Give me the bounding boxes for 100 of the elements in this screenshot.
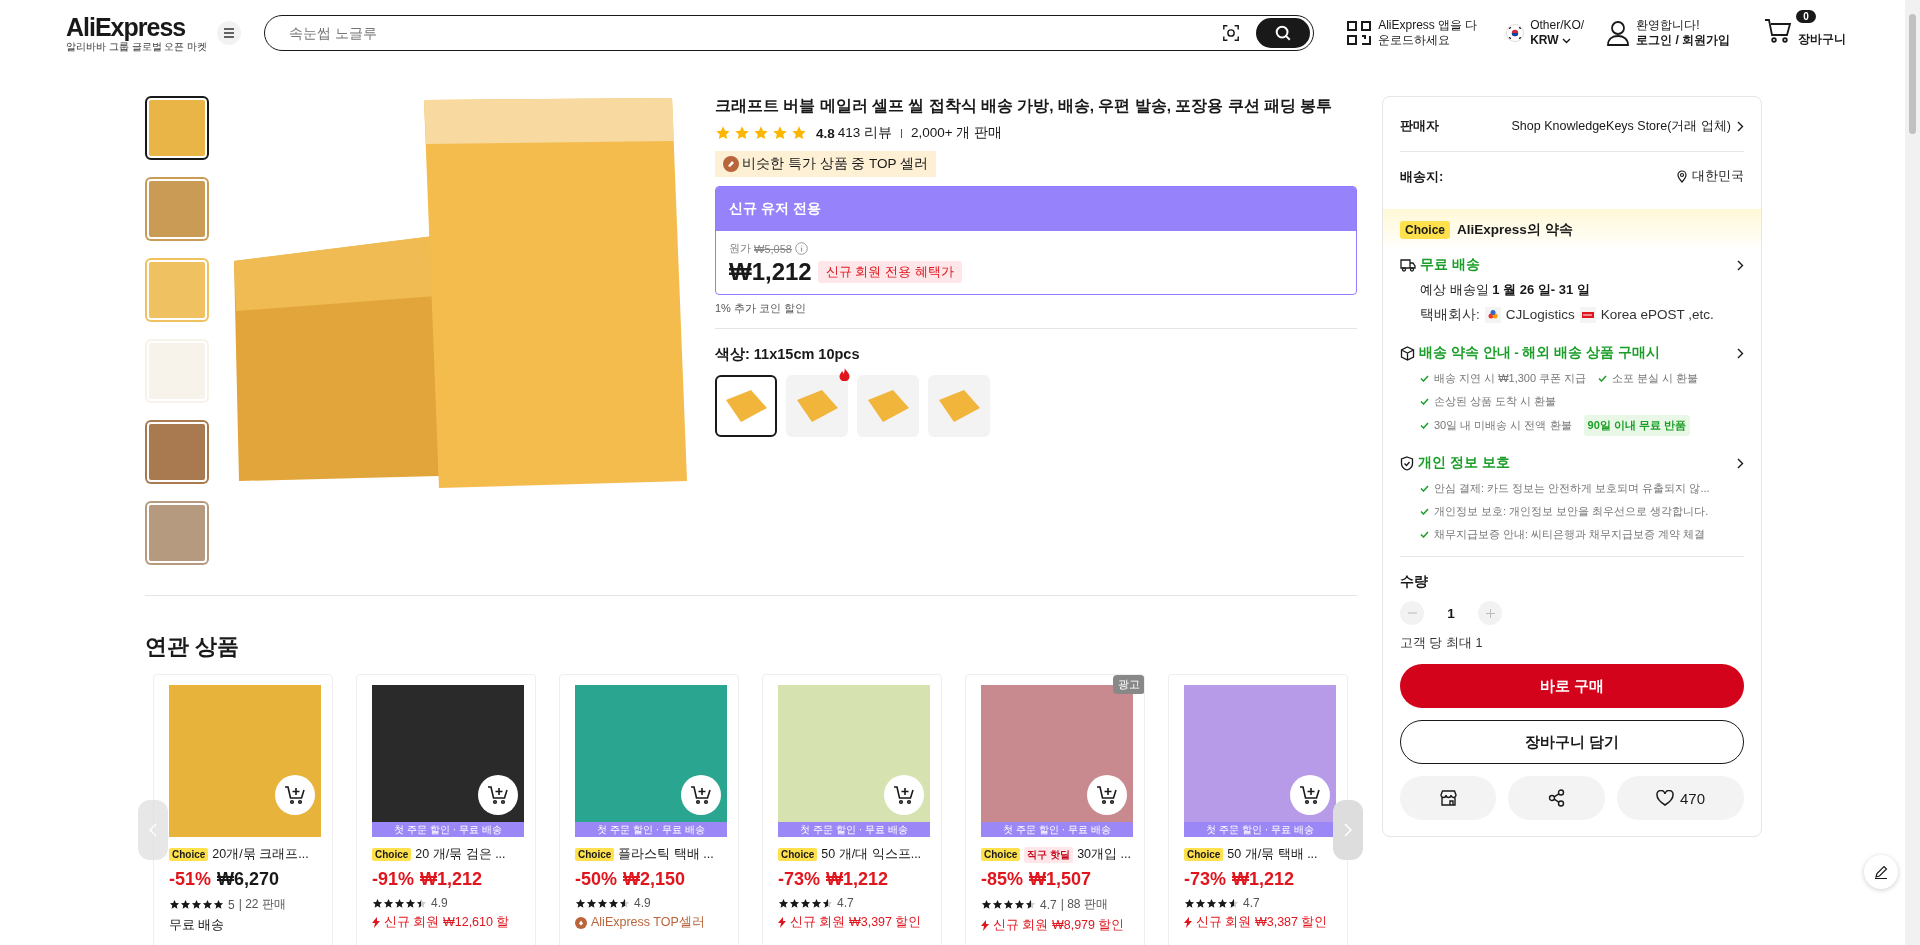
chevron-right-icon[interactable]	[1736, 259, 1744, 271]
scrollbar[interactable]	[1905, 0, 1920, 945]
search-button[interactable]	[1256, 18, 1311, 48]
original-price: ₩5,058	[754, 242, 792, 255]
sale-price: ₩1,212	[729, 258, 812, 286]
variant-swatch[interactable]	[857, 375, 919, 437]
promo-banner: 첫 주문 할인 · 무료 배송	[1184, 822, 1336, 837]
chevron-right-icon[interactable]	[1736, 457, 1744, 469]
rating-score: 4.7	[1040, 897, 1057, 912]
add-to-cart-button[interactable]	[1087, 775, 1127, 815]
seller-text: AliExpress TOP셀러	[591, 914, 705, 931]
country-text[interactable]: 대한민국	[1692, 168, 1744, 185]
scrollbar-thumb[interactable]	[1909, 14, 1916, 134]
chevron-right-icon[interactable]	[1736, 347, 1744, 359]
ad-badge: 광고	[1113, 675, 1144, 694]
review-count[interactable]: 413 리뷰	[837, 124, 893, 142]
choice-badge: Choice	[1184, 848, 1224, 861]
add-to-cart-button[interactable]	[478, 775, 518, 815]
top-seller-badge: 비슷한 특가 상품 중 TOP 셀러	[715, 151, 937, 177]
app-download-link[interactable]: AliExpress 앱을 다운로드하세요	[1378, 18, 1487, 48]
price-text: ₩1,507	[1029, 869, 1092, 890]
product-card[interactable]: 첫 주문 할인 · 무료 배송 Choice 50 개/묶 택배 ... -73% ₩1,212 4.7 신규 회원 ₩3,387 할인	[1168, 674, 1348, 945]
cart-plus-icon	[284, 785, 306, 805]
card-title[interactable]: 20 개/묶 검은 ...	[415, 846, 506, 863]
choice-badge: Choice	[575, 848, 615, 861]
thumbnail-photo[interactable]	[145, 501, 209, 565]
add-to-cart-button[interactable]	[275, 775, 315, 815]
section-title[interactable]: 무료 배송	[1420, 256, 1732, 274]
pencil-icon	[1874, 865, 1888, 879]
store-link[interactable]: Shop KnowledgeKeys Store(거래 업체)	[1511, 117, 1731, 135]
choice-badge: Choice	[778, 848, 818, 861]
variant-swatch[interactable]	[928, 375, 990, 437]
product-card[interactable]: 광고 첫 주문 할인 · 무료 배송 Choice 직구 핫딜 30개입 ... -85% ₩1,507 4.7 | 88 판매 신규 회원 ₩8,979 할인	[965, 674, 1145, 945]
card-title[interactable]: 플라스틱 택배 ...	[618, 846, 714, 863]
product-card[interactable]: 첫 주문 할인 · 무료 배송 Choice 20 개/묶 검은 ... -91% ₩1,212 4.9 신규 회원 ₩12,610 할	[356, 674, 536, 945]
currency-text[interactable]: KRW	[1530, 33, 1559, 48]
add-to-cart-button[interactable]: 장바구니 담기	[1400, 720, 1744, 764]
promo-header: 신규 유저 전용	[716, 187, 1356, 231]
add-to-cart-button[interactable]	[884, 775, 924, 815]
region-text[interactable]: Other/KO/	[1530, 18, 1585, 33]
menu-icon[interactable]	[217, 21, 242, 45]
edit-button[interactable]	[1864, 855, 1898, 889]
user-icon[interactable]	[1606, 20, 1631, 46]
coupon-text: 신규 회원 ₩3,387 할인	[1196, 914, 1328, 931]
original-price-label: 원가	[729, 241, 751, 256]
coupon-text: 신규 회원 ₩3,397 할인	[790, 914, 922, 931]
seller-badge-icon	[575, 916, 587, 929]
thumbnail-photo[interactable]	[145, 420, 209, 484]
camera-search-icon[interactable]	[1222, 24, 1241, 42]
quantity-label: 수량	[1400, 573, 1429, 591]
coupon-icon	[1184, 917, 1192, 928]
promo-banner: 첫 주문 할인 · 무료 배송	[575, 822, 727, 837]
cart-label[interactable]: 장바구니	[1798, 31, 1847, 47]
coupon-icon	[778, 917, 786, 928]
price-text: ₩2,150	[623, 869, 686, 890]
card-title[interactable]: 50 개/대 익스프...	[821, 846, 922, 863]
variant-swatch[interactable]	[786, 375, 848, 437]
variant-swatch[interactable]	[715, 375, 777, 437]
coupon-icon	[372, 917, 380, 928]
section-title[interactable]: 배송 약속 안내 - 해외 배송 상품 구매시	[1419, 344, 1732, 362]
product-card[interactable]: 첫 주문 할인 · 무료 배송 Choice 50 개/대 익스프... -73% ₩1,212 4.7 신규 회원 ₩3,397 할인	[762, 674, 942, 945]
thumbnail-photo[interactable]	[145, 177, 209, 241]
buy-now-button[interactable]: 바로 구매	[1400, 664, 1744, 708]
section-title[interactable]: 개인 정보 보호	[1418, 454, 1732, 472]
promo-banner: 첫 주문 할인 · 무료 배송	[981, 822, 1133, 837]
add-to-cart-button[interactable]	[681, 775, 721, 815]
delivery-date: 예상 배송일 1 월 26 일- 31 일	[1420, 281, 1591, 299]
rating-score: 4.7	[837, 896, 854, 910]
chevron-right-icon[interactable]	[1736, 120, 1744, 132]
choice-badge: Choice	[1400, 221, 1450, 239]
price-text: ₩6,270	[217, 869, 280, 890]
rating-score: 4.9	[634, 896, 651, 910]
shield-icon	[1400, 455, 1414, 471]
quantity-value: 1	[1446, 605, 1456, 621]
add-to-cart-button[interactable]	[1290, 775, 1330, 815]
qr-code-icon[interactable]	[1346, 20, 1373, 46]
guarantee-text: 안심 결제: 카드 정보는 안전하게 보호되며 유출되지 않...	[1434, 480, 1710, 496]
tag-icon	[723, 156, 739, 172]
card-title[interactable]: 30개입 ...	[1077, 846, 1131, 863]
cart-icon[interactable]	[1764, 18, 1793, 44]
card-title[interactable]: 50 개/묶 택배 ...	[1227, 846, 1318, 863]
store-icon	[1439, 790, 1457, 806]
check-icon	[1420, 374, 1429, 382]
purchase-limit-text: 고객 당 최대 1	[1400, 635, 1484, 652]
plus-icon	[1485, 608, 1495, 618]
thumbnail-photo[interactable]	[145, 96, 209, 160]
discount-text: -73%	[778, 869, 821, 890]
store-button[interactable]	[1400, 776, 1496, 820]
product-card[interactable]: Choice 20개/묶 크래프... -51% ₩6,270 5 | 22 판매 무료 배송	[153, 674, 333, 945]
section-heading: 연관 상품	[145, 633, 241, 661]
search-input[interactable]: 속눈썹 노글루	[287, 24, 1223, 42]
login-link[interactable]: 로그인 / 회원가입	[1636, 33, 1731, 48]
wishlist-button[interactable]: 470	[1617, 776, 1744, 820]
thumbnail-photo[interactable]	[145, 258, 209, 322]
product-card[interactable]: 첫 주문 할인 · 무료 배송 Choice 플라스틱 택배 ... -50% ₩2,150 4.9 AliExpress TOP셀러	[559, 674, 739, 945]
share-button[interactable]	[1508, 776, 1605, 820]
card-title[interactable]: 20개/묶 크래프...	[212, 846, 309, 863]
chevron-left-icon	[149, 823, 157, 837]
promo-banner: 첫 주문 할인 · 무료 배송	[372, 822, 524, 837]
sold-count: 2,000+ 개 판매	[911, 124, 1003, 142]
